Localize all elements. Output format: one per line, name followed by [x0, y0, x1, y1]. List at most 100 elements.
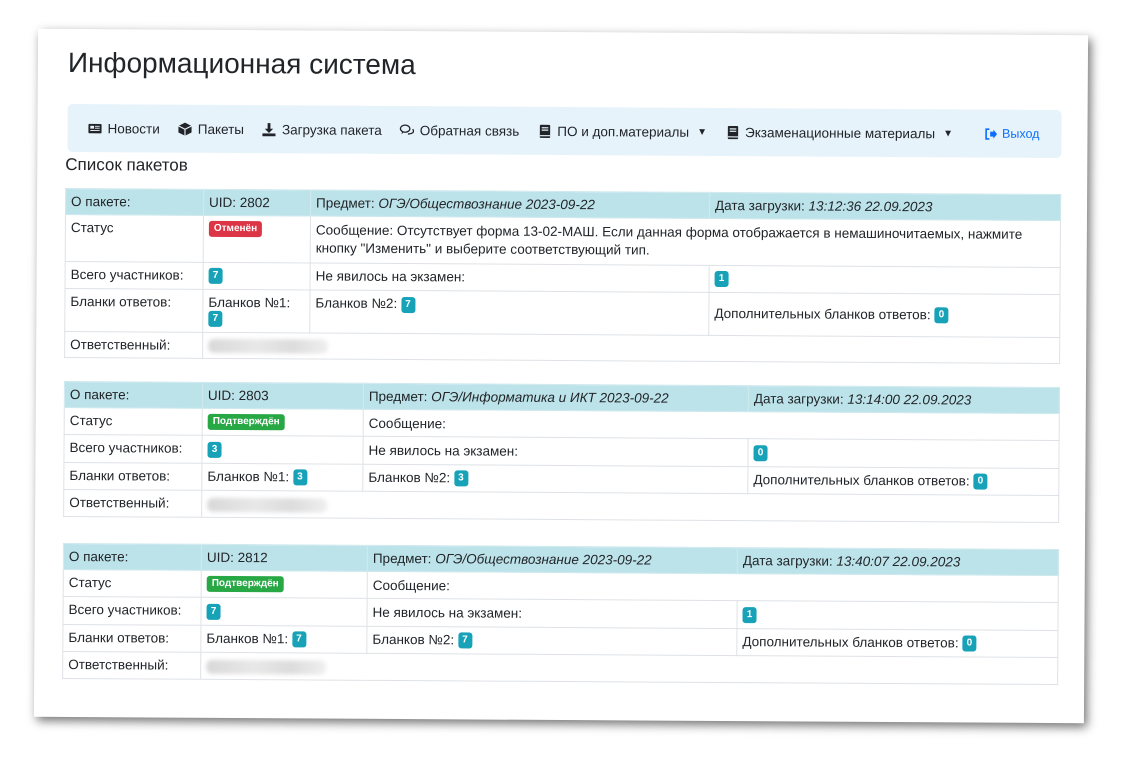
nav-item-packages[interactable]: Пакеты	[178, 121, 244, 137]
sheets2-cell: Бланков №2: 3	[362, 464, 748, 494]
package-message: Сообщение: Отсутствует форма 13-02-МАШ. …	[310, 215, 1061, 268]
status-row: Статус Отменён Сообщение: Отсутствует фо…	[65, 214, 1061, 268]
status-label: Статус	[63, 569, 202, 598]
package-table: О пакете: UID: 2812 Предмет: ОГЭ/Обществ…	[62, 542, 1059, 685]
participants-cell: 3	[201, 435, 364, 465]
subject-label: Предмет:	[316, 195, 375, 211]
responsible-cell	[200, 652, 1058, 685]
status-cell: Подтверждён	[201, 570, 368, 599]
package-subject-cell: Предмет: ОГЭ/Информатика и ИКТ 2023-09-2…	[363, 383, 749, 412]
answer-sheets-row: Бланки ответов: Бланков №1: 7 Бланков №2:…	[64, 288, 1061, 338]
box-icon	[178, 122, 193, 136]
package-subject-cell: Предмет: ОГЭ/Обществознание 2023-09-22	[367, 545, 738, 574]
package-upload-date: 13:14:00 22.09.2023	[847, 391, 972, 408]
absent-badge: 1	[742, 606, 757, 624]
nav-item-upload[interactable]: Загрузка пакета	[262, 122, 382, 137]
sheets2-badge: 7	[457, 632, 472, 649]
responsible-label: Ответственный:	[63, 489, 202, 518]
package-table: О пакете: UID: 2802 Предмет: ОГЭ/Обществ…	[64, 187, 1062, 365]
nav-item-exam-materials[interactable]: Экзаменационные материалы ▼	[725, 124, 953, 141]
page-title: Информационная система	[67, 46, 416, 81]
package-table: О пакете: UID: 2803 Предмет: ОГЭ/Информа…	[63, 380, 1060, 523]
participants-badge: 7	[206, 603, 221, 620]
participants-label: Всего участников:	[62, 596, 202, 626]
absent-label: Не явилось на экзамен:	[366, 598, 738, 629]
status-cell: Подтверждён	[202, 408, 364, 437]
absent-cell: 1	[709, 265, 1061, 295]
package-upload-date: 13:40:07 22.09.2023	[836, 553, 961, 570]
upload-date-label: Дата загрузки:	[753, 391, 844, 407]
logout-link[interactable]: Выход	[984, 126, 1040, 141]
responsible-row: Ответственный:	[62, 651, 1058, 685]
book-icon	[727, 125, 738, 139]
answer-sheets-label: Бланки ответов:	[62, 624, 201, 653]
package-subject: ОГЭ/Информатика и ИКТ 2023-09-22	[431, 389, 669, 406]
responsible-cell	[201, 490, 1059, 523]
book-icon	[539, 124, 550, 138]
package-uid: UID: 2812	[201, 544, 368, 572]
sheets1-label: Бланков №1:	[206, 630, 289, 647]
redacted-name	[206, 659, 327, 675]
status-cell: Отменён	[203, 215, 311, 263]
participants-badge: 3	[207, 441, 222, 458]
extra-sheets-label: Дополнительных бланков ответов:	[742, 633, 959, 651]
sheets1-cell: Бланков №1: 7	[202, 289, 311, 333]
absent-label: Не явилось на экзамен:	[310, 262, 710, 293]
package-message: Сообщение:	[367, 571, 1059, 603]
redacted-name	[208, 339, 329, 354]
extra-sheets-cell: Дополнительных бланков ответов: 0	[736, 628, 1058, 658]
participants-cell: 7	[203, 262, 311, 291]
extra-sheets-label: Дополнительных бланков ответов:	[753, 472, 970, 489]
absent-cell: 0	[747, 439, 1060, 469]
responsible-label: Ответственный:	[64, 331, 203, 359]
responsible-label: Ответственный:	[62, 651, 201, 680]
nav-item-news[interactable]: Новости	[87, 120, 160, 137]
page-sheet: Информационная система Новости Пакеты За…	[33, 28, 1089, 724]
extra-sheets-badge: 0	[973, 473, 988, 490]
subject-label: Предмет:	[368, 388, 428, 405]
about-label: О пакете:	[64, 381, 203, 409]
sheets2-badge: 3	[453, 470, 468, 487]
package-uid: UID: 2802	[203, 189, 311, 216]
nav-item-label: Обратная связь	[419, 122, 520, 139]
extra-sheets-cell: Дополнительных бланков ответов: 0	[747, 466, 1059, 496]
sheets2-label: Бланков №2:	[315, 295, 398, 312]
absent-label: Не явилось на экзамен:	[362, 436, 749, 467]
sheets2-label: Бланков №2:	[368, 469, 451, 486]
about-label: О пакете:	[65, 188, 204, 216]
sheets2-label: Бланков №2:	[372, 631, 455, 648]
upload-date-label: Дата загрузки:	[742, 553, 833, 569]
subject-label: Предмет:	[372, 550, 432, 567]
nav-item-software[interactable]: ПО и доп.материалы ▼	[537, 123, 707, 139]
sign-out-icon	[984, 127, 997, 140]
sheets2-cell: Бланков №2: 7	[366, 626, 737, 656]
sheets1-label: Бланков №1:	[207, 468, 290, 485]
redacted-name	[207, 497, 328, 513]
status-badge: Подтверждён	[207, 414, 285, 431]
participants-label: Всего участников:	[65, 261, 204, 290]
comments-icon	[400, 123, 415, 135]
package-subject: ОГЭ/Обществознание 2023-09-22	[378, 195, 595, 213]
answer-sheets-label: Бланки ответов:	[63, 462, 202, 491]
package-date-cell: Дата загрузки: 13:40:07 22.09.2023	[737, 547, 1059, 576]
absent-badge: 1	[714, 271, 729, 288]
package-uid: UID: 2803	[202, 382, 364, 410]
logout-label: Выход	[1002, 126, 1040, 141]
navbar: Новости Пакеты Загрузка пакета Обратная …	[67, 103, 1062, 159]
package-subject: ОГЭ/Обществознание 2023-09-22	[435, 551, 652, 568]
upload-date-label: Дата загрузки:	[714, 197, 805, 214]
sheets1-badge: 3	[292, 469, 307, 486]
package-date-cell: Дата загрузки: 13:14:00 22.09.2023	[748, 385, 1060, 414]
nav-item-feedback[interactable]: Обратная связь	[400, 122, 520, 139]
responsible-row: Ответственный:	[64, 331, 1060, 364]
package-subject-cell: Предмет: ОГЭ/Обществознание 2023-09-22	[310, 189, 710, 219]
sheets1-badge: 7	[208, 310, 223, 327]
extra-sheets-badge: 0	[962, 635, 977, 652]
absent-badge: 0	[753, 445, 768, 462]
package-message: Сообщение:	[363, 409, 1060, 441]
download-icon	[262, 122, 277, 136]
about-label: О пакете:	[63, 543, 202, 571]
participants-cell: 7	[200, 597, 368, 627]
nav-item-label: Новости	[107, 120, 160, 137]
nav-item-label: Экзаменационные материалы	[745, 124, 936, 141]
